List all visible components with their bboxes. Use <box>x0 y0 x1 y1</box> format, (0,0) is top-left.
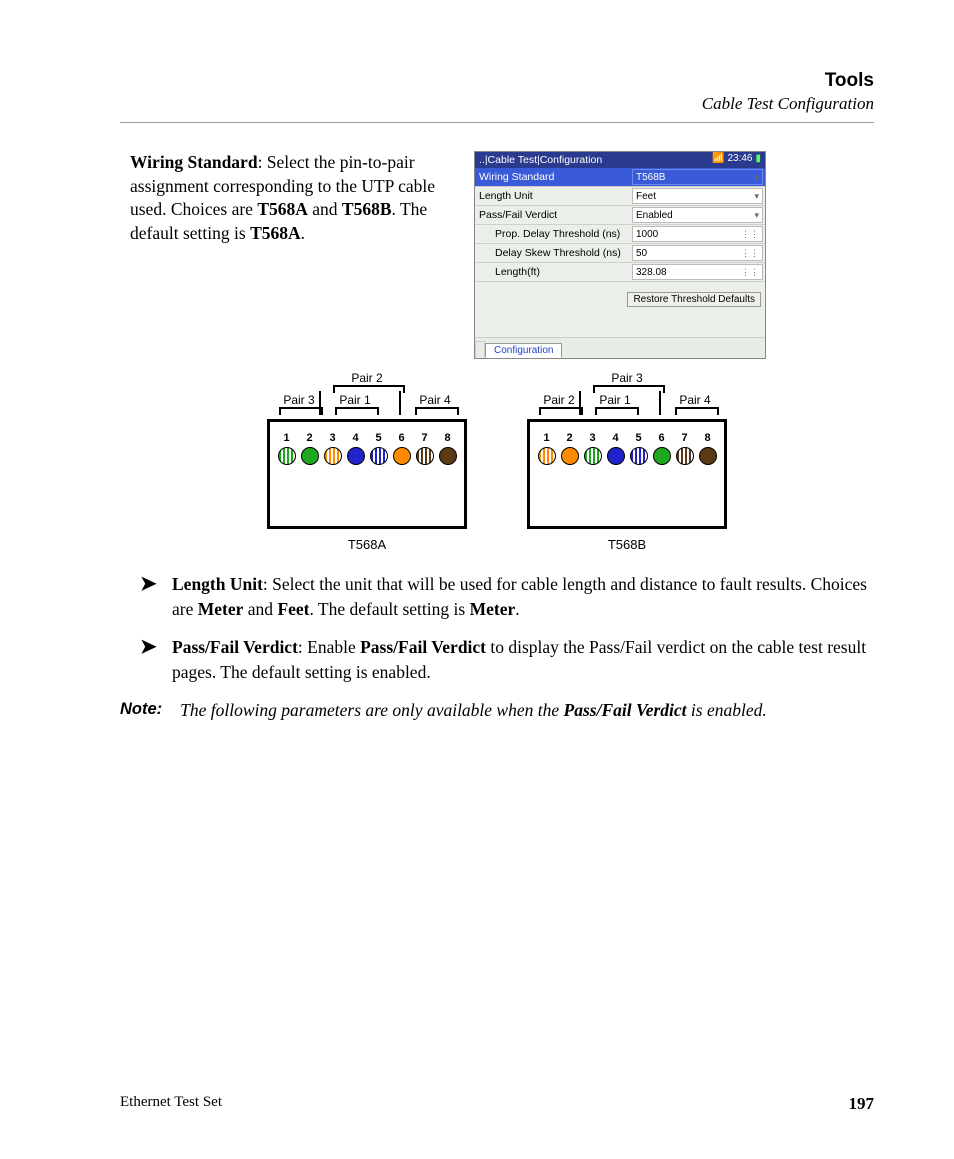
stepper-icon[interactable]: ⋮⋮ <box>741 267 759 278</box>
bullet-arrow-icon: ➤ <box>140 572 158 621</box>
setting-value[interactable]: Feet▾ <box>632 188 763 204</box>
dropdown-icon[interactable]: ▾ <box>754 191 759 202</box>
setting-label: Wiring Standard <box>475 170 630 184</box>
header-rule <box>120 122 874 123</box>
pair-label: Pair 4 <box>679 393 710 407</box>
device-setting-row[interactable]: Wiring StandardT568B▾ <box>475 168 765 187</box>
dropdown-icon[interactable]: ▾ <box>754 210 759 221</box>
setting-label: Delay Skew Threshold (ns) <box>475 246 630 260</box>
header-subtitle: Cable Test Configuration <box>120 94 874 114</box>
setting-label: Length(ft) <box>475 265 630 279</box>
device-setting-row[interactable]: Length UnitFeet▾ <box>475 187 765 206</box>
wiring-standard-term: Wiring Standard <box>130 152 258 172</box>
device-clock: 23:46 <box>727 153 752 164</box>
dropdown-icon[interactable]: ▾ <box>754 172 759 183</box>
battery-icon: ▮ <box>755 153 761 164</box>
page-header: Tools Cable Test Configuration <box>120 70 874 114</box>
connector-label-b: T568B <box>527 537 727 552</box>
tab-configuration[interactable]: Configuration <box>485 343 562 358</box>
note-label: Note: <box>120 698 162 723</box>
device-setting-row[interactable]: Length(ft)328.08⋮⋮ <box>475 263 765 282</box>
pin-row: 1 2 3 4 5 6 7 8 <box>270 422 464 465</box>
device-setting-row[interactable]: Prop. Delay Threshold (ns)1000⋮⋮ <box>475 225 765 244</box>
footer-product: Ethernet Test Set <box>120 1094 222 1114</box>
pin-row: 1 2 3 4 5 6 7 8 <box>530 422 724 465</box>
pair-label: Pair 3 <box>611 371 642 385</box>
device-setting-row[interactable]: Pass/Fail VerdictEnabled▾ <box>475 206 765 225</box>
device-title-text: ..|Cable Test|Configuration <box>479 154 602 166</box>
bullet-pass-fail: ➤ Pass/Fail Verdict: Enable Pass/Fail Ve… <box>140 635 874 684</box>
connector-diagrams: Pair 2 Pair 3 Pair 1 Pair 4 1 2 3 4 5 6 <box>120 371 874 552</box>
stepper-icon[interactable]: ⋮⋮ <box>741 248 759 259</box>
header-title: Tools <box>120 70 874 92</box>
note-block: Note: The following parameters are only … <box>120 698 874 723</box>
wifi-icon: 📶 <box>712 153 724 164</box>
wiring-standard-paragraph: Wiring Standard: Select the pin-to-pair … <box>120 151 460 246</box>
pair-label: Pair 1 <box>599 393 630 407</box>
tab-stub[interactable] <box>475 341 485 358</box>
page-footer: Ethernet Test Set 197 <box>120 1094 874 1114</box>
device-setting-row[interactable]: Delay Skew Threshold (ns)50⋮⋮ <box>475 244 765 263</box>
pair-label: Pair 2 <box>351 371 382 385</box>
setting-label: Length Unit <box>475 189 630 203</box>
setting-value[interactable]: 1000⋮⋮ <box>632 226 763 242</box>
setting-value[interactable]: Enabled▾ <box>632 207 763 223</box>
setting-value[interactable]: T568B▾ <box>632 169 763 185</box>
device-status-area: 📶 23:46 ▮ <box>712 153 761 164</box>
device-titlebar: ..|Cable Test|Configuration 📶 23:46 ▮ <box>475 152 765 168</box>
pair-label: Pair 3 <box>283 393 314 407</box>
bullet-arrow-icon: ➤ <box>140 635 158 684</box>
pair-label: Pair 4 <box>419 393 450 407</box>
pair-label: Pair 2 <box>543 393 574 407</box>
device-screenshot: ..|Cable Test|Configuration 📶 23:46 ▮ Wi… <box>474 151 766 359</box>
footer-page-number: 197 <box>849 1094 875 1114</box>
setting-value[interactable]: 50⋮⋮ <box>632 245 763 261</box>
connector-t568a: Pair 2 Pair 3 Pair 1 Pair 4 1 2 3 4 5 6 <box>267 371 467 552</box>
setting-value[interactable]: 328.08⋮⋮ <box>632 264 763 280</box>
stepper-icon[interactable]: ⋮⋮ <box>741 229 759 240</box>
bullet-length-unit: ➤ Length Unit: Select the unit that will… <box>140 572 874 621</box>
device-tab-bar: Configuration <box>475 337 765 358</box>
connector-label-a: T568A <box>267 537 467 552</box>
pair-label: Pair 1 <box>339 393 370 407</box>
restore-defaults-button[interactable]: Restore Threshold Defaults <box>627 292 761 307</box>
setting-label: Prop. Delay Threshold (ns) <box>475 227 630 241</box>
setting-label: Pass/Fail Verdict <box>475 208 630 222</box>
connector-t568b: Pair 3 Pair 2 Pair 1 Pair 4 1 2 3 4 5 6 <box>527 371 727 552</box>
